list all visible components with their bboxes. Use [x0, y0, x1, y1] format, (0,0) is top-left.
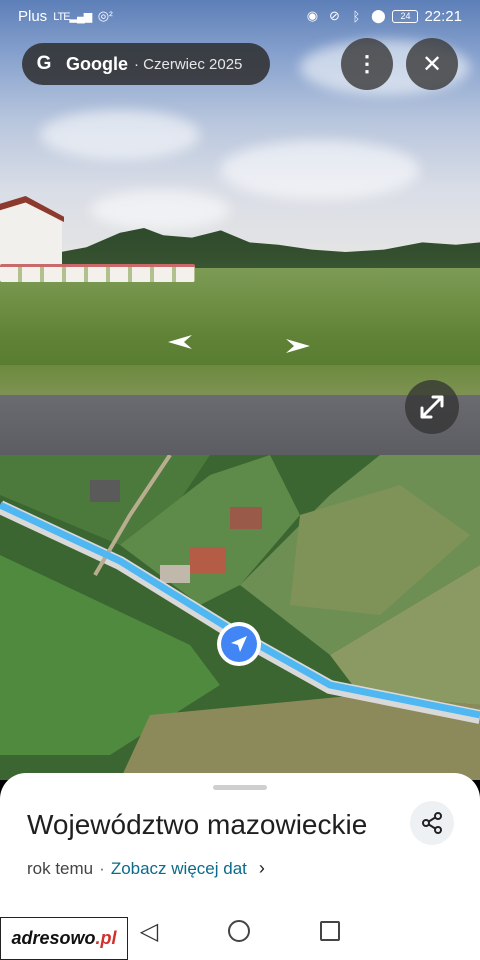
chevron-right-icon[interactable]: ›: [259, 858, 265, 879]
share-button[interactable]: [410, 801, 454, 845]
move-right-arrow[interactable]: [286, 337, 310, 361]
more-vert-icon: ⋮: [356, 51, 378, 76]
brand-label: Google: [66, 53, 128, 74]
google-g-icon: G: [36, 53, 52, 74]
move-left-arrow[interactable]: [168, 333, 192, 357]
expand-icon: [420, 395, 444, 419]
grass-field: [0, 268, 480, 368]
status-bar: Plus LTE▂▄▆ ◎ ² ◉ ⊘ ᛒ ⬤ 24 22:21: [0, 0, 480, 32]
imagery-age: rok temu: [27, 858, 94, 878]
place-title: Województwo mazowieckie: [27, 809, 368, 840]
current-location-marker[interactable]: [217, 622, 261, 666]
battery-level: 24: [400, 10, 411, 21]
fence: [0, 264, 195, 282]
cloud: [220, 140, 420, 200]
clock: 22:21: [424, 7, 462, 25]
mute-icon: ⊘: [329, 8, 340, 23]
watermark-tld: .pl: [95, 928, 117, 948]
more-options-button[interactable]: ⋮: [341, 38, 393, 90]
imagery-date-chip[interactable]: G Google · Czerwiec 2025: [22, 43, 270, 85]
sheet-drag-handle[interactable]: [213, 785, 267, 790]
street-view-screen: Plus LTE▂▄▆ ◎ ² ◉ ⊘ ᛒ ⬤ 24 22:21 G Google…: [0, 0, 480, 960]
back-nav-icon[interactable]: ◁: [140, 917, 158, 946]
route-line: [0, 501, 480, 719]
cloud: [40, 110, 200, 160]
bluetooth-icon: ᛒ: [352, 8, 361, 24]
recents-nav-icon[interactable]: [320, 921, 341, 941]
hotspot-icon: ◎ ²: [97, 8, 113, 23]
road-verge: [0, 365, 480, 395]
home-nav-icon[interactable]: [228, 920, 251, 942]
capture-date: · Czerwiec 2025: [134, 55, 243, 73]
see-more-dates-link[interactable]: Zobacz więcej dat: [111, 859, 247, 879]
close-button[interactable]: ✕: [406, 38, 458, 90]
carrier-label: Plus: [18, 7, 48, 25]
expand-button[interactable]: [405, 380, 459, 434]
satellite-map[interactable]: [0, 455, 480, 780]
imagery-info-row: rok temu · Zobacz więcej dat ›: [27, 858, 265, 879]
location-icon: ⬤: [371, 8, 386, 23]
arrow-right-icon: [286, 339, 310, 353]
navigation-arrow-icon: [221, 626, 257, 662]
adresowo-watermark-logo: adresowo .pl: [0, 917, 128, 960]
close-icon: ✕: [421, 50, 443, 78]
eye-icon: ◉: [306, 8, 319, 23]
share-icon: [422, 812, 442, 834]
arrow-left-icon: [168, 335, 192, 349]
hotspot-count: ²: [109, 10, 113, 22]
separator-dot: ·: [99, 858, 105, 878]
network-type: LTE: [53, 10, 70, 23]
signal-icon: LTE▂▄▆: [53, 10, 92, 23]
battery-icon: 24: [392, 9, 419, 23]
cloud: [90, 190, 230, 230]
watermark-name: adresowo: [11, 928, 96, 948]
